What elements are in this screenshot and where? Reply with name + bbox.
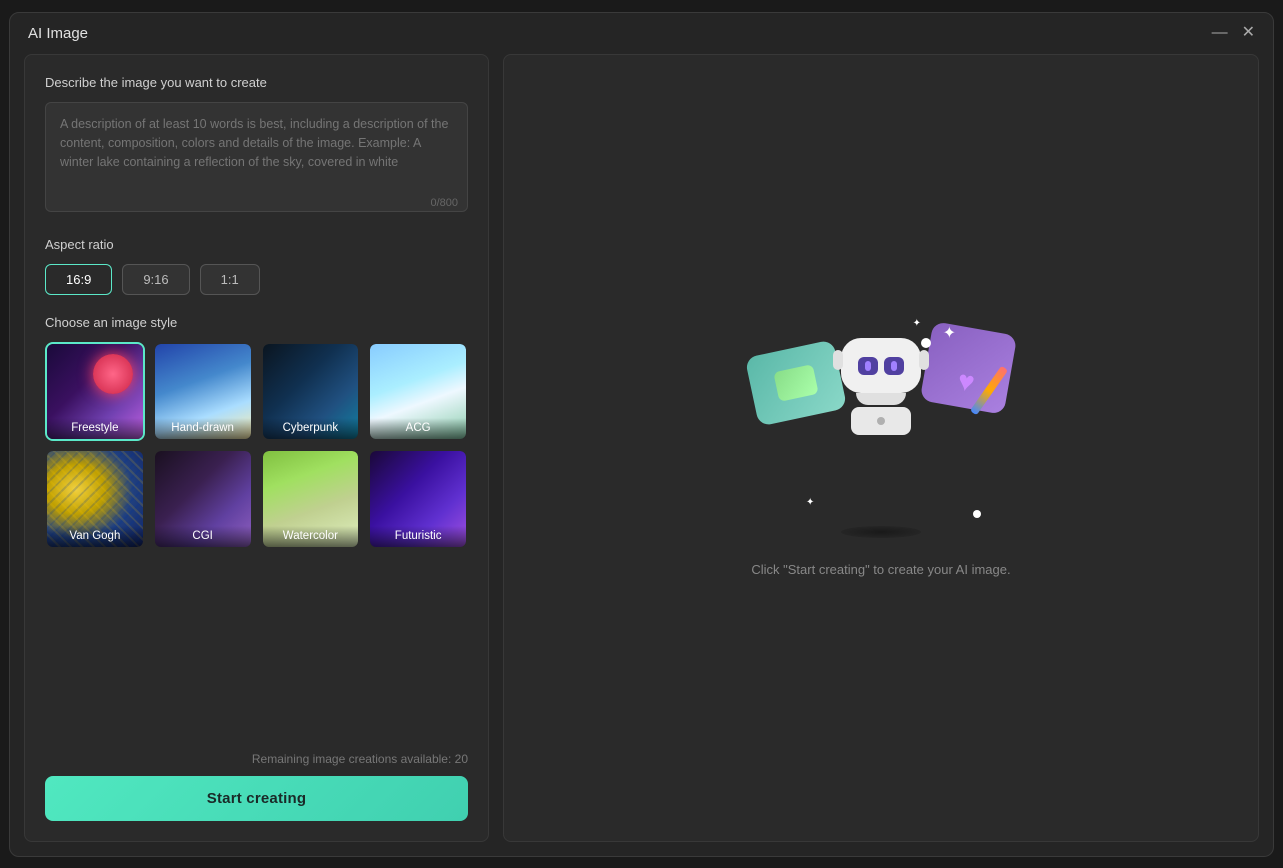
robot-torso [851,407,911,435]
style-hand-drawn-label: Hand-drawn [155,418,251,439]
robot-eye-right [884,357,904,375]
window-title: AI Image [28,25,88,42]
aspect-ratio-label: Aspect ratio [45,237,468,252]
describe-label: Describe the image you want to create [45,75,468,90]
style-cyberpunk[interactable]: Cyberpunk [261,342,361,442]
char-count: 0/800 [430,197,458,209]
robot-ear-right [919,350,929,370]
textarea-wrapper: 0/800 [45,102,468,217]
sparkle-1: ✦ [943,323,956,343]
remaining-text: Remaining image creations available: 20 [45,752,468,766]
app-window: AI Image — ✕ Describe the image you want… [9,12,1274,857]
style-acg[interactable]: ACG [368,342,468,442]
aspect-buttons: 16:9 9:16 1:1 [45,264,468,295]
style-hand-drawn[interactable]: Hand-drawn [153,342,253,442]
aspect-btn-16-9[interactable]: 16:9 [45,264,112,295]
style-label: Choose an image style [45,315,468,330]
right-panel: ✦ ✦ ✦ Click "Start creating" to create y… [503,54,1259,842]
robot-eye-left [858,357,878,375]
style-freestyle[interactable]: Freestyle [45,342,145,442]
sparkle-3: ✦ [806,497,814,508]
style-van-gogh-label: Van Gogh [47,526,143,547]
style-freestyle-label: Freestyle [47,418,143,439]
style-watercolor-label: Watercolor [263,526,359,547]
style-acg-label: ACG [370,418,466,439]
robot-eye-right-inner [891,361,897,371]
footer: Remaining image creations available: 20 … [45,736,468,821]
aspect-btn-1-1[interactable]: 1:1 [200,264,260,295]
style-grid: Freestyle Hand-drawn Cyberpunk ACG [45,342,468,550]
robot-torso-dot [877,417,885,425]
style-cyberpunk-label: Cyberpunk [263,418,359,439]
left-card [745,339,848,426]
right-hint-text: Click "Start creating" to create your AI… [751,562,1010,577]
aspect-btn-9-16[interactable]: 9:16 [122,264,189,295]
style-futuristic[interactable]: Futuristic [368,449,468,549]
robot-shadow [841,526,921,538]
style-van-gogh[interactable]: Van Gogh [45,449,145,549]
robot-eye-left-inner [865,361,871,371]
close-button[interactable]: ✕ [1242,25,1255,41]
accent-dot-2 [973,510,981,518]
robot-body [836,338,926,433]
main-content: Describe the image you want to create 0/… [10,54,1273,856]
sparkle-2: ✦ [913,318,921,329]
robot-ear-left [833,350,843,370]
left-panel: Describe the image you want to create 0/… [24,54,489,842]
start-creating-button[interactable]: Start creating [45,776,468,821]
aspect-section: Aspect ratio 16:9 9:16 1:1 [45,237,468,295]
window-controls: — ✕ [1212,25,1255,41]
style-watercolor[interactable]: Watercolor [261,449,361,549]
robot-chin [856,393,906,405]
style-section: Choose an image style Freestyle Hand-dra… [45,315,468,736]
description-input[interactable] [45,102,468,212]
title-bar: AI Image — ✕ [10,13,1273,54]
style-cgi[interactable]: CGI [153,449,253,549]
accent-dot-1 [921,338,931,348]
robot-illustration: ✦ ✦ ✦ [751,318,1011,538]
style-cgi-label: CGI [155,526,251,547]
style-futuristic-label: Futuristic [370,526,466,547]
minimize-button[interactable]: — [1212,25,1228,41]
robot-head [841,338,921,393]
